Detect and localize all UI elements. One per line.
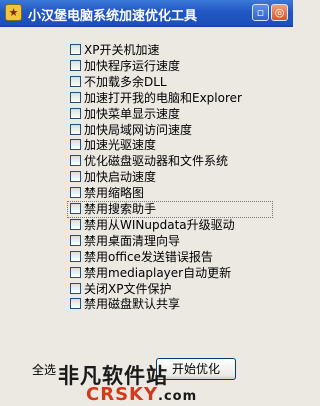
option-label: 加速打开我的电脑和Explorer bbox=[84, 91, 242, 105]
option-label: 加快局域网访问速度 bbox=[84, 123, 193, 137]
title-bar[interactable]: ★ 小汉堡电脑系统加速优化工具 ▫ ◎ bbox=[0, 0, 293, 27]
option-checkbox[interactable] bbox=[70, 108, 81, 119]
option-label: XP开关机加速 bbox=[84, 43, 160, 57]
option-label: 加快启动速度 bbox=[84, 170, 157, 184]
option-checkbox[interactable] bbox=[70, 92, 81, 103]
option-checkbox[interactable] bbox=[70, 251, 81, 262]
option-row[interactable]: 优化磁盘驱动器和文件系统 bbox=[70, 153, 228, 170]
option-row[interactable]: 禁用桌面清理向导 bbox=[70, 233, 180, 250]
option-row[interactable]: 禁用磁盘默认共享 bbox=[70, 296, 180, 313]
option-checkbox[interactable] bbox=[70, 139, 81, 150]
minimize-icon[interactable]: ▫ bbox=[252, 4, 269, 21]
option-checkbox[interactable] bbox=[70, 44, 81, 55]
option-row[interactable]: 加快程序运行速度 bbox=[70, 58, 180, 75]
option-row[interactable]: 不加载多余DLL bbox=[70, 74, 167, 91]
app-icon: ★ bbox=[5, 4, 22, 21]
option-label: 禁用缩略图 bbox=[84, 186, 145, 200]
option-checkbox[interactable] bbox=[70, 219, 81, 230]
option-label: 禁用office发送错误报告 bbox=[84, 250, 213, 264]
option-row[interactable]: 加快菜单显示速度 bbox=[70, 106, 180, 123]
option-label: 加快程序运行速度 bbox=[84, 59, 181, 73]
option-checkbox[interactable] bbox=[70, 283, 81, 294]
option-checkbox[interactable] bbox=[70, 155, 81, 166]
option-row[interactable]: 禁用缩略图 bbox=[70, 185, 144, 202]
option-row[interactable]: 加快启动速度 bbox=[70, 169, 156, 186]
window-title: 小汉堡电脑系统加速优化工具 bbox=[28, 9, 198, 24]
focus-rectangle bbox=[67, 201, 273, 218]
watermark-bottom: CRSKY.com bbox=[86, 384, 197, 405]
option-row[interactable]: 禁用从WINupdata升级驱动 bbox=[70, 217, 235, 234]
option-label: 关闭XP文件保护 bbox=[84, 282, 172, 296]
option-checkbox[interactable] bbox=[70, 60, 81, 71]
option-row[interactable]: XP开关机加速 bbox=[70, 42, 159, 59]
option-checkbox[interactable] bbox=[70, 76, 81, 87]
option-label: 禁用桌面清理向导 bbox=[84, 234, 181, 248]
option-row[interactable]: 加速光驱速度 bbox=[70, 137, 156, 154]
option-label: 禁用mediaplayer自动更新 bbox=[84, 266, 232, 280]
close-icon[interactable]: ◎ bbox=[271, 4, 288, 21]
option-row[interactable]: 加速打开我的电脑和Explorer bbox=[70, 90, 242, 107]
option-label: 优化磁盘驱动器和文件系统 bbox=[84, 154, 229, 168]
option-checkbox[interactable] bbox=[70, 187, 81, 198]
watermark-brand: CRSKY bbox=[86, 384, 159, 405]
option-label: 加速光驱速度 bbox=[84, 138, 157, 152]
option-label: 加快菜单显示速度 bbox=[84, 107, 181, 121]
option-checkbox[interactable] bbox=[70, 171, 81, 182]
app-window: ★ 小汉堡电脑系统加速优化工具 ▫ ◎ XP开关机加速加快程序运行速度 不加载多余… bbox=[0, 0, 293, 406]
option-checkbox[interactable] bbox=[70, 235, 81, 246]
option-label: 禁用从WINupdata升级驱动 bbox=[84, 218, 235, 232]
option-row[interactable]: 禁用mediaplayer自动更新 bbox=[70, 265, 231, 282]
option-checkbox[interactable] bbox=[70, 298, 81, 309]
option-label: 不加载多余DLL bbox=[84, 75, 167, 89]
option-label: 禁用磁盘默认共享 bbox=[84, 297, 181, 311]
option-checkbox[interactable] bbox=[70, 267, 81, 278]
option-checkbox[interactable] bbox=[70, 124, 81, 135]
watermark: 非凡软件站 CRSKY.com bbox=[0, 360, 293, 406]
option-row[interactable]: 禁用office发送错误报告 bbox=[70, 249, 213, 266]
watermark-suffix: .com bbox=[158, 389, 198, 404]
